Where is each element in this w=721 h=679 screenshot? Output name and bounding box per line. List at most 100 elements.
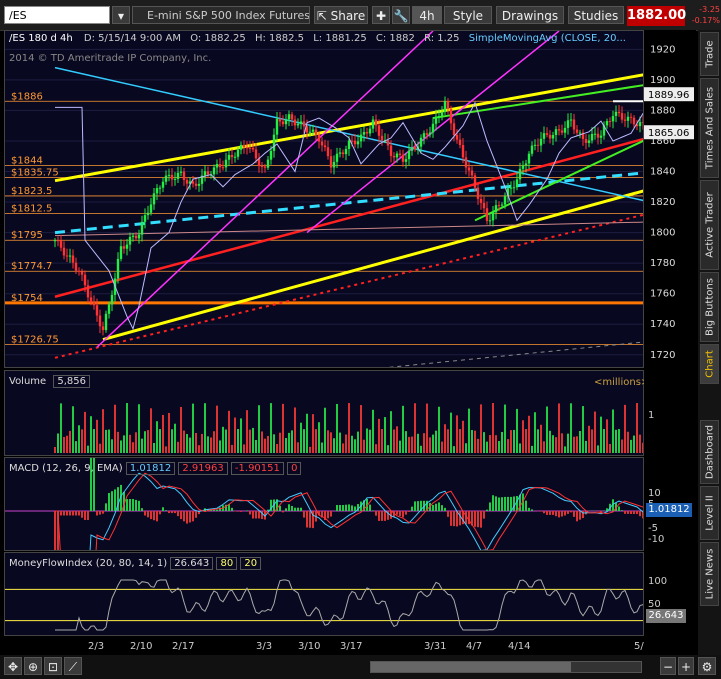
macd-histogram-bar <box>195 511 197 518</box>
volume-bar <box>498 441 500 453</box>
sidebar-tab-label: Dashboard <box>704 424 715 480</box>
macd-histogram-bar <box>171 511 173 514</box>
zoom-icon[interactable]: ⊕ <box>24 657 42 675</box>
macd-histogram-bar <box>144 511 146 516</box>
volume-bar <box>336 403 338 453</box>
volume-bar <box>159 429 161 453</box>
mfi-panel[interactable]: MoneyFlowIndex (20, 80, 14, 1) 26.643 80… <box>4 552 644 636</box>
horizontal-scrollbar[interactable] <box>370 661 642 673</box>
volume-bar <box>453 446 455 453</box>
macd-histogram-bar <box>54 511 56 550</box>
macd-histogram-bar <box>459 511 461 526</box>
drawings-button[interactable]: Drawings <box>496 6 564 24</box>
candle-body <box>551 135 555 139</box>
symbol-dropdown-button[interactable]: ▾ <box>112 6 130 24</box>
candle-body <box>335 153 339 162</box>
macd-histogram-bar <box>546 511 548 515</box>
volume-bar <box>87 445 89 453</box>
candle-body <box>248 147 252 149</box>
macd-value: 1.01812 <box>125 462 176 475</box>
candle-body <box>143 215 147 222</box>
candle-body <box>185 180 189 184</box>
share-button[interactable]: ⇱ Share <box>314 6 368 24</box>
sidebar-tab-big-buttons[interactable]: Big Buttons <box>700 272 719 342</box>
candle-body <box>122 246 126 249</box>
sidebar-tab-active-trader[interactable]: Active Trader <box>700 180 719 270</box>
candle-body <box>221 167 225 169</box>
macd-histogram-bar <box>381 511 383 521</box>
sidebar-tab-times-and-sales[interactable]: Times And Sales <box>700 78 719 178</box>
candle-body <box>392 155 396 158</box>
crosshair-icon[interactable]: ✚ <box>372 6 390 24</box>
symbol-input[interactable]: /ES <box>4 6 110 24</box>
volume-bar <box>66 435 68 453</box>
volume-bar <box>624 404 626 453</box>
volume-bar <box>507 439 509 453</box>
volume-bar <box>357 431 359 453</box>
volume-bar <box>630 439 632 453</box>
candle-body <box>605 120 609 126</box>
drawing-tool-icon[interactable]: ⟋ <box>64 657 82 675</box>
volume-bar <box>585 440 587 453</box>
cyan-downtrend-line <box>54 66 643 202</box>
sidebar-tab-label: Live News <box>704 548 715 600</box>
sidebar-tab-dashboard[interactable]: Dashboard <box>700 420 719 484</box>
macd-histogram-bar <box>480 511 482 528</box>
sidebar-tab-label: Trade <box>704 40 715 68</box>
settings-icon[interactable]: ⚙ <box>698 657 716 675</box>
zoom-out-icon[interactable]: − <box>660 657 676 675</box>
last-price: 1882.00 <box>627 6 686 26</box>
pan-icon[interactable]: ✥ <box>4 657 22 675</box>
candle-body <box>152 193 156 205</box>
macd-histogram-bar <box>189 511 191 523</box>
volume-bar <box>414 403 416 453</box>
volume-bar <box>540 424 542 453</box>
zoom-fit-icon[interactable]: ⊡ <box>44 657 62 675</box>
macd-histogram-bar <box>99 511 101 515</box>
price-panel[interactable]: $1886 $1844 $1835.75 $1823.5 $1812.5 $1795 $17… <box>4 30 668 368</box>
macd-histogram-bar <box>564 511 566 516</box>
macd-histogram-bar <box>507 496 509 511</box>
volume-bar <box>306 413 308 453</box>
timeframe-button[interactable]: 4h <box>412 6 442 24</box>
macd-histogram-bar <box>177 511 179 517</box>
volume-bar <box>633 435 635 453</box>
header-date: D: 5/15/14 9:00 AM <box>83 33 181 44</box>
sidebar-tab-trade[interactable]: Trade <box>700 32 719 76</box>
candle-body <box>212 167 216 175</box>
header-high: H: 1882.5 <box>254 33 305 44</box>
candle-body <box>347 140 351 149</box>
volume-bar <box>429 437 431 453</box>
sidebar-tab-live-news[interactable]: Live News <box>700 542 719 606</box>
macd-line <box>89 472 643 550</box>
macd-panel[interactable]: MACD (12, 26, 9, EMA) 1.01812 2.91963 -1… <box>4 457 644 551</box>
scrollbar-thumb[interactable] <box>371 662 571 672</box>
volume-bar <box>210 437 212 453</box>
sidebar-tab-level-ii[interactable]: Level II <box>700 486 719 540</box>
header-open: O: 1882.25 <box>190 33 246 44</box>
sidebar-tab-label: Chart <box>704 350 715 378</box>
volume-bar <box>174 423 176 453</box>
candle-body <box>62 247 66 256</box>
style-button[interactable]: Style <box>444 6 492 24</box>
macd-histogram-bar <box>279 505 281 511</box>
volume-bar <box>579 430 581 453</box>
studies-button[interactable]: Studies <box>568 6 624 24</box>
volume-panel[interactable]: Volume 5,856 <millions> <box>4 370 649 456</box>
macd-histogram-bar <box>498 497 500 511</box>
wrench-icon[interactable]: 🔧 <box>392 6 410 24</box>
macd-histogram-bar <box>618 506 620 511</box>
macd-histogram-bar <box>495 496 497 511</box>
volume-bar <box>627 431 629 453</box>
macd-histogram-bar <box>561 511 563 517</box>
candle-body <box>608 120 612 122</box>
macd-histogram-bar <box>309 511 311 528</box>
sidebar-tab-chart[interactable]: Chart <box>700 344 719 384</box>
macd-histogram-bar <box>291 505 293 511</box>
mfi-header: MoneyFlowIndex (20, 80, 14, 1) 26.643 80… <box>9 557 262 570</box>
zoom-in-icon[interactable]: + <box>678 657 694 675</box>
candle-body <box>494 205 498 213</box>
macd-histogram-bar <box>147 511 149 518</box>
share-label: Share <box>330 9 366 23</box>
volume-bar <box>189 437 191 453</box>
